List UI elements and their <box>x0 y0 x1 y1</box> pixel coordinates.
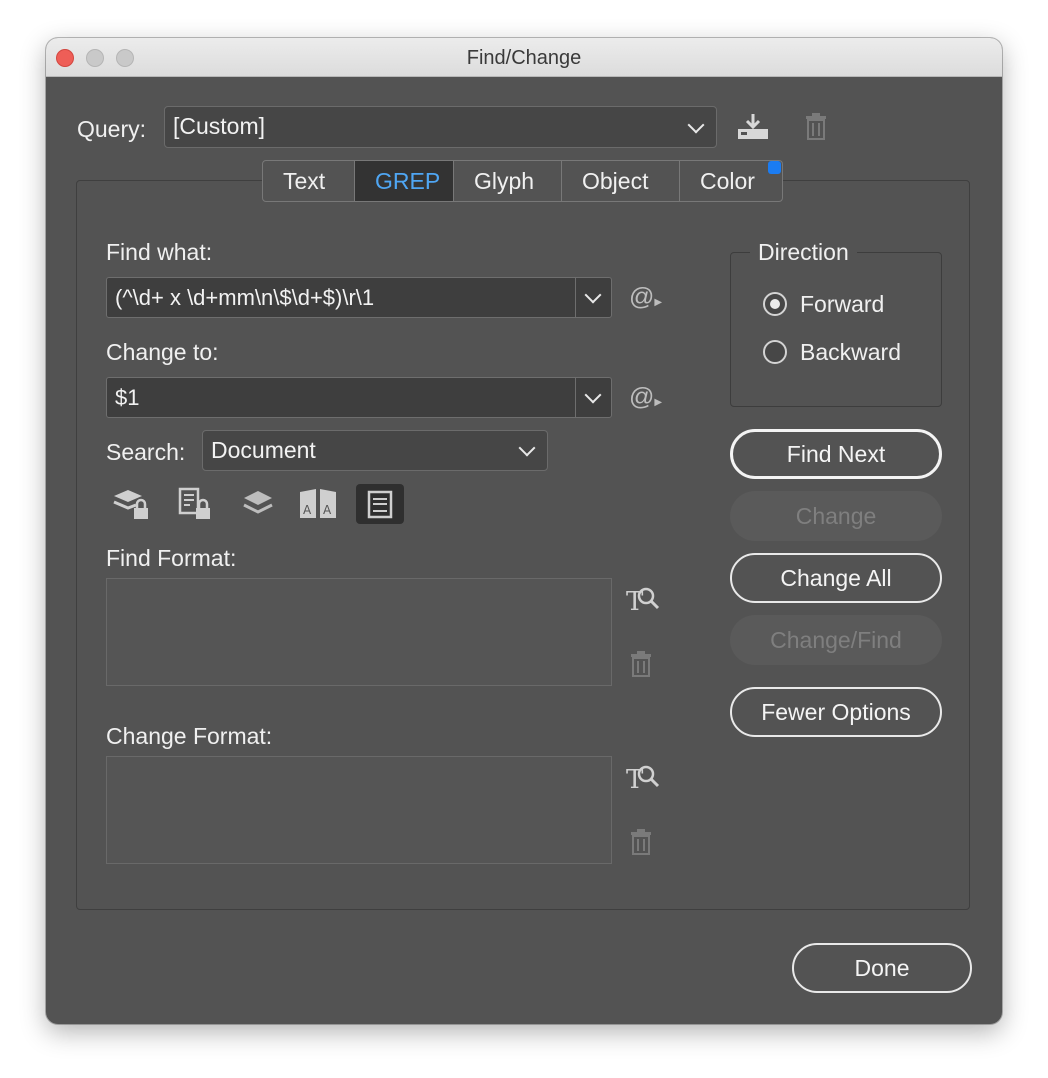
query-dropdown[interactable]: [Custom] <box>164 106 717 148</box>
change-button[interactable]: Change <box>730 491 942 541</box>
hidden-layers-icon <box>243 491 273 514</box>
backward-label[interactable]: Backward <box>800 339 901 366</box>
specify-change-format-icon[interactable]: T <box>626 762 660 799</box>
include-locked-layers-button[interactable] <box>106 484 154 524</box>
title-bar: Find/Change <box>46 38 1002 77</box>
tab-text[interactable]: Text <box>263 161 355 201</box>
tab-grep[interactable]: GREP <box>355 161 454 201</box>
change-format-label: Change Format: <box>106 723 273 749</box>
include-footnotes-button[interactable] <box>356 484 404 524</box>
change-to-value: $1 <box>115 385 140 410</box>
fewer-options-button[interactable]: Fewer Options <box>730 687 942 737</box>
search-scope-value: Document <box>211 437 316 463</box>
change-to-field[interactable]: $1 <box>106 377 612 418</box>
include-locked-stories-button[interactable] <box>172 484 220 524</box>
tab-bar: Text GREP Glyph Object Color <box>262 160 783 202</box>
special-characters-icon[interactable]: @▶ <box>629 383 662 412</box>
chevron-down-icon <box>687 116 705 134</box>
locked-layers-icon <box>113 490 148 519</box>
special-characters-icon[interactable]: @▶ <box>629 283 662 312</box>
find-what-label: Find what: <box>106 239 213 265</box>
done-button[interactable]: Done <box>792 943 972 993</box>
query-label: Query: <box>77 116 147 142</box>
specify-find-format-icon[interactable]: T <box>626 584 660 621</box>
window-title: Find/Change <box>466 47 582 69</box>
query-value: [Custom] <box>173 113 266 139</box>
include-hidden-layers-button[interactable] <box>234 484 282 524</box>
clear-change-format-icon[interactable] <box>630 829 652 855</box>
delete-query-icon[interactable] <box>804 112 828 140</box>
search-scope-dropdown[interactable]: Document <box>202 430 548 471</box>
change-to-label: Change to: <box>106 339 219 365</box>
change-format-box[interactable] <box>106 756 612 864</box>
change-all-button[interactable]: Change All <box>730 553 942 603</box>
tab-color[interactable]: Color <box>680 161 782 201</box>
color-tab-badge <box>768 161 781 174</box>
chevron-down-icon <box>518 439 536 457</box>
master-pages-icon: A A <box>300 489 336 518</box>
find-what-value: (^\d+ x \d+mm\n\$\d+$)\r\1 <box>115 285 375 310</box>
search-label: Search: <box>106 439 186 465</box>
forward-radio[interactable] <box>763 292 787 316</box>
svg-text:A: A <box>303 503 312 517</box>
chevron-down-icon[interactable] <box>584 386 602 404</box>
backward-radio[interactable] <box>763 340 787 364</box>
forward-label[interactable]: Forward <box>800 291 884 318</box>
locked-stories-icon <box>178 487 210 519</box>
change-find-button[interactable]: Change/Find <box>730 615 942 665</box>
tab-glyph[interactable]: Glyph <box>454 161 562 201</box>
include-master-pages-button[interactable]: A A <box>294 484 342 524</box>
save-query-icon[interactable] <box>736 112 770 142</box>
chevron-down-icon[interactable] <box>584 286 602 304</box>
find-format-label: Find Format: <box>106 545 237 571</box>
direction-title: Direction <box>750 239 857 266</box>
tab-object[interactable]: Object <box>562 161 680 201</box>
clear-find-format-icon[interactable] <box>630 651 652 677</box>
find-change-dialog: Find/Change Query: [Custom] Text GREP Gl… <box>46 38 1002 1024</box>
svg-text:A: A <box>323 503 332 517</box>
direction-group <box>730 252 942 407</box>
find-format-box[interactable] <box>106 578 612 686</box>
find-next-button[interactable]: Find Next <box>730 429 942 479</box>
find-what-field[interactable]: (^\d+ x \d+mm\n\$\d+$)\r\1 <box>106 277 612 318</box>
footnotes-icon <box>367 490 393 519</box>
